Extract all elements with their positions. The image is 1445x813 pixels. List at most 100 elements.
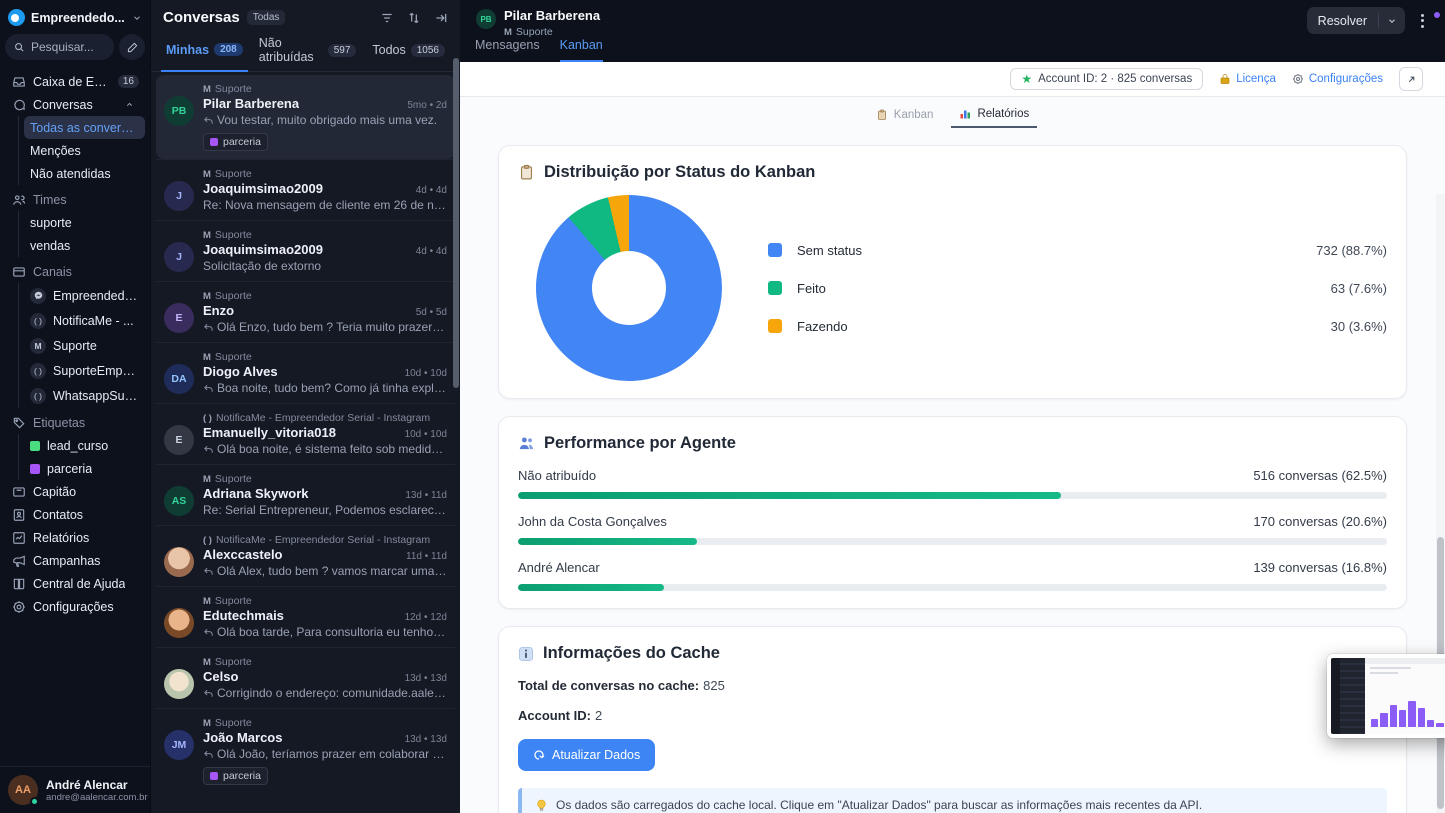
conversation-item[interactable]: J MSuporte Joaquimsimao20094d • 4d Solic…	[156, 220, 455, 281]
sidebar-item-label-lead-curso[interactable]: lead_curso	[24, 434, 145, 457]
sidebar-item-relatorios[interactable]: Relatórios	[5, 526, 145, 549]
conversation-item[interactable]: DA MSuporte Diogo Alves10d • 10d Boa noi…	[156, 342, 455, 403]
search-placeholder: Pesquisar...	[31, 40, 94, 54]
avatar: E	[164, 303, 194, 333]
conversation-item[interactable]: AS MSuporte Adriana Skywork13d • 11d Re:…	[156, 464, 455, 525]
refresh-data-button[interactable]: Atualizar Dados	[518, 739, 655, 771]
conversation-item[interactable]: E MSuporte Enzo5d • 5d Olá Enzo, tudo be…	[156, 281, 455, 342]
sidebar-item-channel-empreendedor[interactable]: Empreendedo...	[24, 283, 145, 308]
search-input[interactable]: Pesquisar...	[5, 34, 114, 60]
sidebar-item-mentions[interactable]: Menções	[24, 139, 145, 162]
agent-value: 139 conversas (16.8%)	[1253, 560, 1387, 575]
filter-icon[interactable]	[380, 11, 394, 25]
sidebar: Empreendedo... Pesquisar... Caixa de Ent…	[0, 0, 150, 813]
channels-icon	[11, 265, 26, 279]
sort-icon[interactable]	[407, 11, 421, 25]
avatar: DA	[164, 364, 194, 394]
sidebar-section-channels[interactable]: Canais	[5, 260, 145, 283]
conversation-item[interactable]: PB MSuporte Pilar Barberena5mo • 2d Vou …	[156, 75, 455, 159]
star-icon: ★	[1021, 73, 1032, 85]
people-icon	[518, 435, 535, 452]
tab-nao-atribuidas[interactable]: Não atribuídas597	[254, 31, 362, 71]
avatar: E	[164, 425, 194, 455]
timestamp: 5mo • 2d	[407, 100, 447, 111]
cache-info-card: Informações do Cache Total de conversas …	[498, 626, 1407, 813]
online-status-dot	[30, 797, 39, 806]
sidebar-nav: Caixa de Entrada 16 Conversas Todas as c…	[0, 64, 150, 766]
user-email: andre@aalencar.com.br	[46, 792, 142, 803]
sidebar-item-team-suporte[interactable]: suporte	[24, 211, 145, 234]
sidebar-item-campanhas[interactable]: Campanhas	[5, 549, 145, 572]
gmail-icon: M	[203, 169, 211, 180]
more-options-icon[interactable]	[1413, 10, 1431, 32]
conversation-item[interactable]: MSuporte Edutechmais12d • 12d Olá boa ta…	[156, 586, 455, 647]
workspace-name: Empreendedo...	[31, 11, 126, 25]
tab-kanban[interactable]: Kanban	[560, 38, 603, 62]
sidebar-section-teams[interactable]: Times	[5, 188, 145, 211]
tab-count: 208	[214, 43, 243, 56]
sidebar-item-team-vendas[interactable]: vendas	[24, 234, 145, 257]
status-donut-chart	[536, 195, 722, 381]
label-badge: parceria	[203, 767, 268, 785]
api-icon: ( )	[203, 413, 212, 424]
scope-badge[interactable]: Todas	[247, 10, 286, 25]
user-name: André Alencar	[46, 778, 128, 792]
list-scrollbar-thumb[interactable]	[453, 58, 459, 388]
sidebar-item-inbox[interactable]: Caixa de Entrada 16	[5, 70, 145, 93]
chat-icon	[11, 98, 26, 112]
tab-count: 597	[328, 44, 357, 57]
gmail-icon: M	[203, 657, 211, 668]
user-profile[interactable]: AA André Alencar andre@aalencar.com.br	[0, 766, 150, 813]
collapse-panel-icon[interactable]	[434, 11, 448, 25]
conversation-item[interactable]: JM MSuporte João Marcos13d • 13d Olá Joã…	[156, 708, 455, 793]
settings-link[interactable]: Configurações	[1292, 73, 1383, 85]
label-color-swatch	[30, 441, 40, 451]
conversation-item[interactable]: ( )NotificaMe - Empreendedor Serial - In…	[156, 525, 455, 586]
reply-icon	[203, 627, 214, 638]
tab-mensagens[interactable]: Mensagens	[475, 38, 540, 62]
reply-icon	[203, 749, 214, 760]
sidebar-item-central-ajuda[interactable]: Central de Ajuda	[5, 572, 145, 595]
sidebar-item-contatos[interactable]: Contatos	[5, 503, 145, 526]
inbox-count-badge: 16	[118, 75, 139, 88]
tab-todos[interactable]: Todos1056	[367, 31, 450, 71]
gmail-icon: M	[30, 338, 46, 354]
tab-kanban-view[interactable]: Kanban	[868, 104, 942, 128]
expand-button[interactable]	[1399, 67, 1423, 91]
sidebar-item-conversations[interactable]: Conversas	[5, 93, 145, 116]
inbox-icon	[11, 75, 26, 89]
sidebar-item-configuracoes[interactable]: Configurações	[5, 595, 145, 618]
license-link[interactable]: Licença	[1219, 73, 1276, 85]
sidebar-item-unattended[interactable]: Não atendidas	[24, 162, 145, 185]
sidebar-item-label-parceria[interactable]: parceria	[24, 457, 145, 480]
pip-report-area	[1365, 658, 1445, 734]
tab-minhas[interactable]: Minhas208	[161, 31, 248, 72]
sidebar-item-channel-notificame[interactable]: ( ) NotificaMe - ...	[24, 308, 145, 333]
chevron-down-icon[interactable]	[1379, 16, 1405, 26]
cache-note: Os dados são carregados do cache local. …	[518, 788, 1387, 813]
conversation-item[interactable]: MSuporte Celso13d • 13d Corrigindo o end…	[156, 647, 455, 708]
sidebar-item-capitao[interactable]: Capitão	[5, 480, 145, 503]
conversation-item[interactable]: J MSuporte Joaquimsimao20094d • 4d Re: N…	[156, 159, 455, 220]
cache-total-line: Total de conversas no cache:825	[518, 678, 1387, 693]
workspace-switcher[interactable]: Empreendedo...	[0, 0, 150, 32]
cache-account-value: 2	[595, 708, 602, 723]
resolve-button[interactable]: Resolver	[1307, 7, 1405, 34]
bar-chart-icon	[959, 108, 971, 120]
sidebar-item-all-conversations[interactable]: Todas as conversas	[24, 116, 145, 139]
legend-item: Feito 63 (7.6%)	[768, 281, 1387, 296]
sidebar-item-channel-suporte[interactable]: M Suporte	[24, 333, 145, 358]
sidebar-section-labels[interactable]: Etiquetas	[5, 411, 145, 434]
preview-thumbnail-window[interactable]	[1327, 654, 1445, 738]
agent-name: Não atribuído	[518, 468, 596, 483]
gmail-icon: M	[203, 352, 211, 363]
reply-icon	[203, 566, 214, 577]
sidebar-item-channel-whatsapp[interactable]: ( ) WhatsappSup...	[24, 383, 145, 408]
avatar: J	[164, 181, 194, 211]
reply-icon	[203, 322, 214, 333]
tab-relatorios-view[interactable]: Relatórios	[951, 104, 1037, 128]
sidebar-item-channel-suporteempre[interactable]: ( ) SuporteEmpre...	[24, 358, 145, 383]
conversation-items: PB MSuporte Pilar Barberena5mo • 2d Vou …	[151, 72, 460, 813]
compose-button[interactable]	[119, 34, 145, 60]
conversation-item[interactable]: E ( )NotificaMe - Empreendedor Serial - …	[156, 403, 455, 464]
